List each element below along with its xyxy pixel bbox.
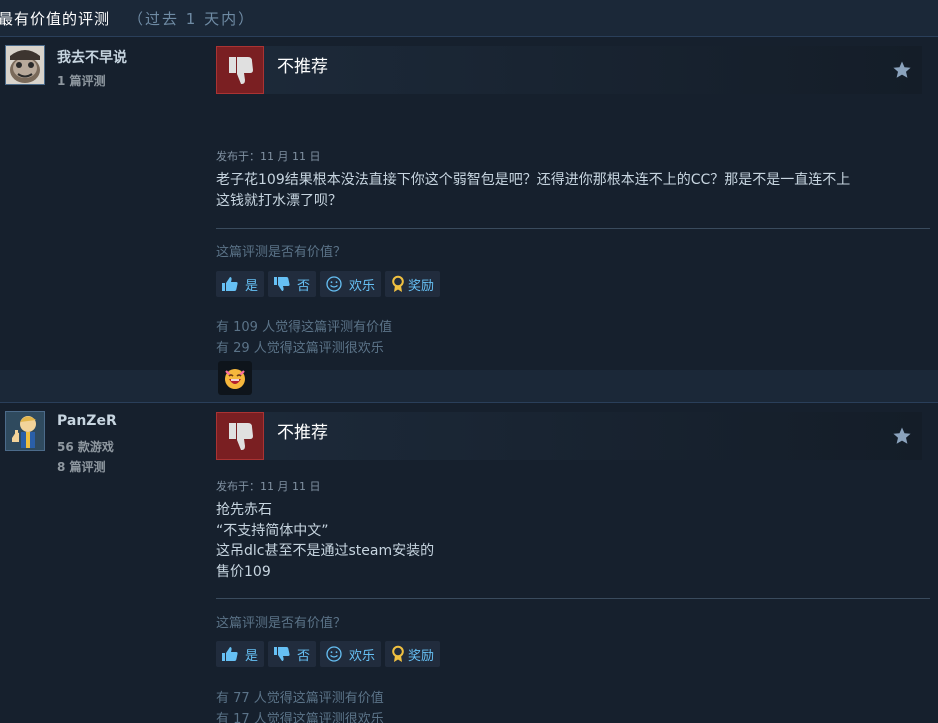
cartoon-face-avatar-icon xyxy=(6,46,44,84)
reviews-page: 最有价值的评测 （过去 1 天内） 我去不早说 1 篇评测 不推荐 发布于：11… xyxy=(0,0,938,723)
vote-yes-button[interactable]: 是 xyxy=(216,641,265,667)
vote-funny-label: 欢乐 xyxy=(349,648,376,664)
vote-funny-button[interactable]: 欢乐 xyxy=(320,271,382,297)
author-name[interactable]: 我去不早说 xyxy=(57,47,127,67)
review-text-line: “不支持简体中文” xyxy=(216,522,329,539)
review-separator xyxy=(0,370,938,403)
vote-yes-label: 是 xyxy=(245,648,259,664)
funny-count: 有 29 人觉得这篇评测很欢乐 xyxy=(216,341,384,356)
smiley-icon xyxy=(326,646,342,662)
thumbs-up-icon xyxy=(222,647,238,661)
thumbs-up-icon xyxy=(222,277,238,291)
award-button[interactable]: 奖励 xyxy=(385,641,441,667)
vote-buttons: 是 否 欢乐 奖励 xyxy=(216,641,441,667)
author-reviews-count[interactable]: 8 篇评测 xyxy=(57,458,106,475)
review-text-line: 这吊dlc甚至不是通过steam安装的 xyxy=(216,543,435,559)
review-text: 老子花109结果根本没法直接下你这个弱智包是吧？还得进你那根本连不上的CC？那是… xyxy=(216,170,930,211)
author-name[interactable]: PanZeR xyxy=(57,413,117,429)
award-button[interactable]: 奖励 xyxy=(385,271,441,297)
avatar[interactable] xyxy=(5,45,45,85)
divider xyxy=(216,598,930,599)
verdict-bar[interactable]: 不推荐 xyxy=(216,412,922,460)
author-games-count[interactable]: 56 款游戏 xyxy=(57,438,114,455)
vote-buttons: 是 否 欢乐 奖励 xyxy=(216,271,441,297)
review-text-line: 抢先赤石 xyxy=(216,502,272,518)
vote-no-label: 否 xyxy=(297,278,311,294)
helpful-count: 有 77 人觉得这篇评测有价值 xyxy=(216,691,384,706)
thumbs-down-icon xyxy=(274,277,290,291)
award-ribbon-icon xyxy=(392,275,404,292)
helpful-question: 这篇评测是否有价值？ xyxy=(216,616,347,631)
verdict-label: 不推荐 xyxy=(277,423,328,443)
section-header: 最有价值的评测 （过去 1 天内） xyxy=(0,0,938,37)
laughing-face-award-icon[interactable] xyxy=(218,361,252,395)
thumbs-down-icon xyxy=(216,412,264,460)
review-text-line: 售价109 xyxy=(216,563,271,580)
star-icon[interactable] xyxy=(892,426,912,446)
vote-no-button[interactable]: 否 xyxy=(268,271,317,297)
review-text: 抢先赤石 “不支持简体中文” 这吊dlc甚至不是通过steam安装的 售价109 xyxy=(216,500,930,582)
thumbs-down-icon xyxy=(216,46,264,94)
vote-yes-label: 是 xyxy=(245,278,259,294)
award-label: 奖励 xyxy=(408,278,435,294)
funny-count: 有 17 人觉得这篇评测很欢乐 xyxy=(216,712,384,723)
review-card: 我去不早说 1 篇评测 不推荐 发布于：11 月 11 日 老子花109结果根本… xyxy=(0,37,938,395)
posted-date: 发布于：11 月 11 日 xyxy=(216,150,321,163)
review-text-line: 老子花109结果根本没法直接下你这个弱智包是吧？还得进你那根本连不上的CC？那是… xyxy=(216,172,851,188)
vote-yes-button[interactable]: 是 xyxy=(216,271,265,297)
avatar[interactable] xyxy=(5,411,45,451)
vote-no-button[interactable]: 否 xyxy=(268,641,317,667)
star-icon[interactable] xyxy=(892,60,912,80)
vote-no-label: 否 xyxy=(297,648,311,664)
award-label: 奖励 xyxy=(408,648,435,664)
award-ribbon-icon xyxy=(392,645,404,662)
verdict-bar[interactable]: 不推荐 xyxy=(216,46,922,94)
smiley-icon xyxy=(326,276,342,292)
vote-funny-label: 欢乐 xyxy=(349,278,376,294)
vault-boy-thumbs-up-avatar-icon xyxy=(6,412,44,450)
review-card: PanZeR 56 款游戏 8 篇评测 不推荐 发布于：11 月 11 日 抢先… xyxy=(0,403,938,723)
posted-date: 发布于：11 月 11 日 xyxy=(216,480,321,493)
divider xyxy=(216,228,930,229)
verdict-label: 不推荐 xyxy=(277,57,328,77)
section-subtitle: （过去 1 天内） xyxy=(128,9,256,28)
review-text-line: 这钱就打水漂了呗？ xyxy=(216,192,342,209)
author-reviews-count[interactable]: 1 篇评测 xyxy=(57,72,106,89)
thumbs-down-icon xyxy=(274,647,290,661)
helpful-count: 有 109 人觉得这篇评测有价值 xyxy=(216,320,393,335)
section-title: 最有价值的评测 xyxy=(0,9,111,28)
vote-funny-button[interactable]: 欢乐 xyxy=(320,641,382,667)
helpful-question: 这篇评测是否有价值？ xyxy=(216,245,347,260)
